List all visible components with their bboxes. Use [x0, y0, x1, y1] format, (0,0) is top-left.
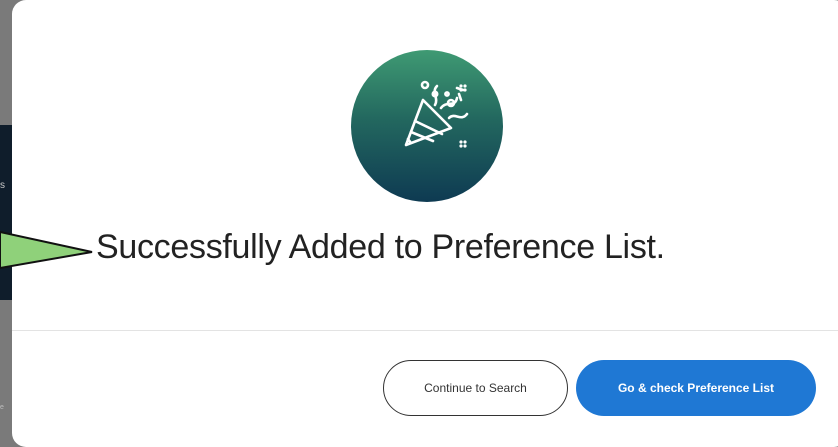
- success-modal: Successfully Added to Preference List. C…: [12, 0, 838, 447]
- footer-divider: [12, 330, 838, 331]
- celebration-badge: [351, 50, 503, 202]
- background-text-fragment: e: [0, 404, 4, 411]
- check-preference-list-button[interactable]: Go & check Preference List: [576, 360, 816, 416]
- success-message: Successfully Added to Preference List.: [96, 228, 665, 266]
- party-popper-icon: [404, 80, 469, 148]
- continue-to-search-button[interactable]: Continue to Search: [383, 360, 568, 416]
- background-text-fragment: s: [0, 180, 5, 191]
